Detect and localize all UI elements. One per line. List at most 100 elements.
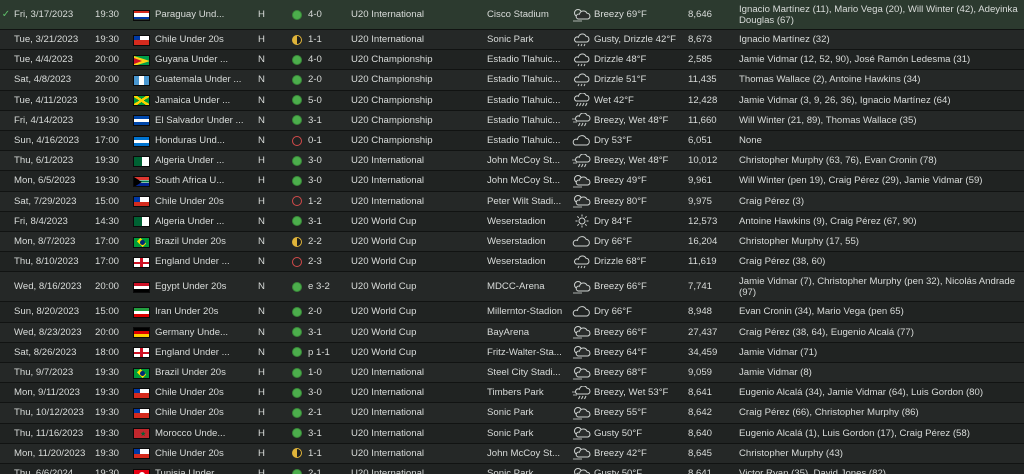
opponent-link[interactable]: Paraguay Und...	[155, 0, 260, 29]
table-row[interactable]: Sun, 4/16/2023 17:00 Honduras Und... N 0-1 U2…	[0, 131, 1024, 152]
table-row[interactable]: Wed, 8/23/2023 20:00 Germany Unde... N 3-1 U2…	[0, 322, 1024, 343]
table-row[interactable]: Sat, 8/26/2023 18:00 England Under ... Np 1…	[0, 342, 1024, 363]
stadium-link[interactable]: Peter Wilt Stadi...	[487, 192, 567, 211]
opponent-link[interactable]: Brazil Under 20s	[155, 363, 260, 382]
match-score[interactable]: 4-0	[308, 50, 348, 69]
opponent-link[interactable]: El Salvador Under ...	[155, 111, 260, 130]
stadium-link[interactable]: BayArena	[487, 323, 567, 342]
competition-link[interactable]: U20 Championship	[351, 91, 481, 110]
competition-link[interactable]: U20 World Cup	[351, 252, 481, 271]
table-row[interactable]: ✓ Fri, 3/17/2023 19:30 Paraguay Und... H 4-0 U…	[0, 0, 1024, 30]
stadium-link[interactable]: Weserstadion	[487, 232, 567, 251]
match-score[interactable]: 3-1	[308, 424, 348, 443]
competition-link[interactable]: U20 International	[351, 383, 481, 402]
opponent-link[interactable]: Morocco Unde...	[155, 424, 260, 443]
stadium-link[interactable]: Timbers Park	[487, 383, 567, 402]
match-score[interactable]: 1-2	[308, 192, 348, 211]
table-row[interactable]: Sat, 4/8/2023 20:00 Guatemala Under ... N 2-…	[0, 70, 1024, 91]
match-score[interactable]: 1-1	[308, 30, 348, 49]
table-row[interactable]: Tue, 3/21/2023 19:30 Chile Under 20s H 1-1 U2…	[0, 30, 1024, 51]
competition-link[interactable]: U20 International	[351, 171, 481, 190]
opponent-link[interactable]: Chile Under 20s	[155, 30, 260, 49]
opponent-link[interactable]: Iran Under 20s	[155, 302, 260, 321]
opponent-link[interactable]: England Under ...	[155, 252, 260, 271]
opponent-link[interactable]: England Under ...	[155, 343, 260, 362]
table-row[interactable]: Tue, 4/4/2023 20:00 Guyana Under ... N 4-0 U2…	[0, 50, 1024, 71]
table-row[interactable]: Mon, 6/5/2023 19:30 South Africa U... H 3-0 U…	[0, 171, 1024, 192]
table-row[interactable]: Sat, 7/29/2023 15:00 Chile Under 20s H 1-2 U2…	[0, 191, 1024, 212]
competition-link[interactable]: U20 International	[351, 30, 481, 49]
stadium-link[interactable]: Steel City Stadi...	[487, 363, 567, 382]
match-score[interactable]: 3-1	[308, 111, 348, 130]
match-score[interactable]: 3-0	[308, 151, 348, 170]
match-score[interactable]: 2-1	[308, 464, 348, 474]
stadium-link[interactable]: Cisco Stadium	[487, 0, 567, 29]
table-row[interactable]: Thu, 6/6/2024 19:30 Tunisia Under ... H 2-1 U…	[0, 464, 1024, 474]
opponent-link[interactable]: Algeria Under ...	[155, 151, 260, 170]
competition-link[interactable]: U20 Championship	[351, 131, 481, 150]
table-row[interactable]: Thu, 9/7/2023 19:30 Brazil Under 20s H 1-0 U2…	[0, 363, 1024, 384]
match-score[interactable]: 2-0	[308, 302, 348, 321]
competition-link[interactable]: U20 International	[351, 464, 481, 474]
competition-link[interactable]: U20 International	[351, 192, 481, 211]
opponent-link[interactable]: Brazil Under 20s	[155, 232, 260, 251]
match-score[interactable]: 2-2	[308, 232, 348, 251]
opponent-link[interactable]: Tunisia Under ...	[155, 464, 260, 474]
opponent-link[interactable]: Guatemala Under ...	[155, 70, 260, 89]
table-row[interactable]: Fri, 4/14/2023 19:30 El Salvador Under ...…	[0, 110, 1024, 131]
opponent-link[interactable]: Egypt Under 20s	[155, 272, 260, 301]
stadium-link[interactable]: Estadio Tlahuic...	[487, 91, 567, 110]
competition-link[interactable]: U20 Championship	[351, 50, 481, 69]
stadium-link[interactable]: Weserstadion	[487, 252, 567, 271]
competition-link[interactable]: U20 International	[351, 363, 481, 382]
table-row[interactable]: Wed, 8/16/2023 20:00 Egypt Under 20s Ne 3-2…	[0, 272, 1024, 303]
competition-link[interactable]: U20 World Cup	[351, 343, 481, 362]
match-score[interactable]: 3-1	[308, 212, 348, 231]
opponent-link[interactable]: South Africa U...	[155, 171, 260, 190]
opponent-link[interactable]: Chile Under 20s	[155, 444, 260, 463]
opponent-link[interactable]: Honduras Und...	[155, 131, 260, 150]
opponent-link[interactable]: Chile Under 20s	[155, 383, 260, 402]
opponent-link[interactable]: Germany Unde...	[155, 323, 260, 342]
stadium-link[interactable]: Weserstadion	[487, 212, 567, 231]
match-score[interactable]: 4-0	[308, 0, 348, 29]
stadium-link[interactable]: Sonic Park	[487, 464, 567, 474]
stadium-link[interactable]: Sonic Park	[487, 424, 567, 443]
competition-link[interactable]: U20 Championship	[351, 70, 481, 89]
table-row[interactable]: Mon, 8/7/2023 17:00 Brazil Under 20s N 2-2 U2…	[0, 232, 1024, 253]
opponent-link[interactable]: Chile Under 20s	[155, 403, 260, 422]
match-score[interactable]: 3-1	[308, 323, 348, 342]
stadium-link[interactable]: Fritz-Walter-Sta...	[487, 343, 567, 362]
match-score[interactable]: 3-0	[308, 171, 348, 190]
match-score[interactable]: 5-0	[308, 91, 348, 110]
competition-link[interactable]: U20 World Cup	[351, 323, 481, 342]
match-score[interactable]: 2-3	[308, 252, 348, 271]
stadium-link[interactable]: Millerntor-Stadion	[487, 302, 567, 321]
opponent-link[interactable]: Jamaica Under ...	[155, 91, 260, 110]
competition-link[interactable]: U20 Championship	[351, 111, 481, 130]
table-row[interactable]: Thu, 11/16/2023 19:30 ★ Morocco Unde... H 3-1…	[0, 423, 1024, 444]
match-score[interactable]: 2-0	[308, 70, 348, 89]
table-row[interactable]: Thu, 6/1/2023 19:30 Algeria Under ... H 3-0 U…	[0, 151, 1024, 172]
stadium-link[interactable]: John McCoy St...	[487, 151, 567, 170]
opponent-link[interactable]: Chile Under 20s	[155, 192, 260, 211]
competition-link[interactable]: U20 World Cup	[351, 232, 481, 251]
match-score[interactable]: 1-1	[308, 444, 348, 463]
table-row[interactable]: Tue, 4/11/2023 19:00 Jamaica Under ... N 5-0…	[0, 90, 1024, 111]
opponent-link[interactable]: Algeria Under ...	[155, 212, 260, 231]
match-score[interactable]: 1-0	[308, 363, 348, 382]
match-score[interactable]: e 3-2	[308, 272, 348, 301]
match-score[interactable]: p 1-1	[308, 343, 348, 362]
table-row[interactable]: Mon, 9/11/2023 19:30 Chile Under 20s H 3-0 U2…	[0, 383, 1024, 404]
stadium-link[interactable]: Sonic Park	[487, 403, 567, 422]
competition-link[interactable]: U20 World Cup	[351, 272, 481, 301]
table-row[interactable]: Sun, 8/20/2023 15:00 Iran Under 20s N 2-0 U20…	[0, 302, 1024, 323]
table-row[interactable]: Mon, 11/20/2023 19:30 Chile Under 20s H 1-1 U…	[0, 443, 1024, 464]
table-row[interactable]: Fri, 8/4/2023 14:30 Algeria Under ... N 3-1 U…	[0, 211, 1024, 232]
stadium-link[interactable]: Sonic Park	[487, 30, 567, 49]
stadium-link[interactable]: John McCoy St...	[487, 171, 567, 190]
stadium-link[interactable]: Estadio Tlahuic...	[487, 131, 567, 150]
stadium-link[interactable]: Estadio Tlahuic...	[487, 111, 567, 130]
competition-link[interactable]: U20 International	[351, 0, 481, 29]
table-row[interactable]: Thu, 10/12/2023 19:30 Chile Under 20s H 2-1 U…	[0, 403, 1024, 424]
